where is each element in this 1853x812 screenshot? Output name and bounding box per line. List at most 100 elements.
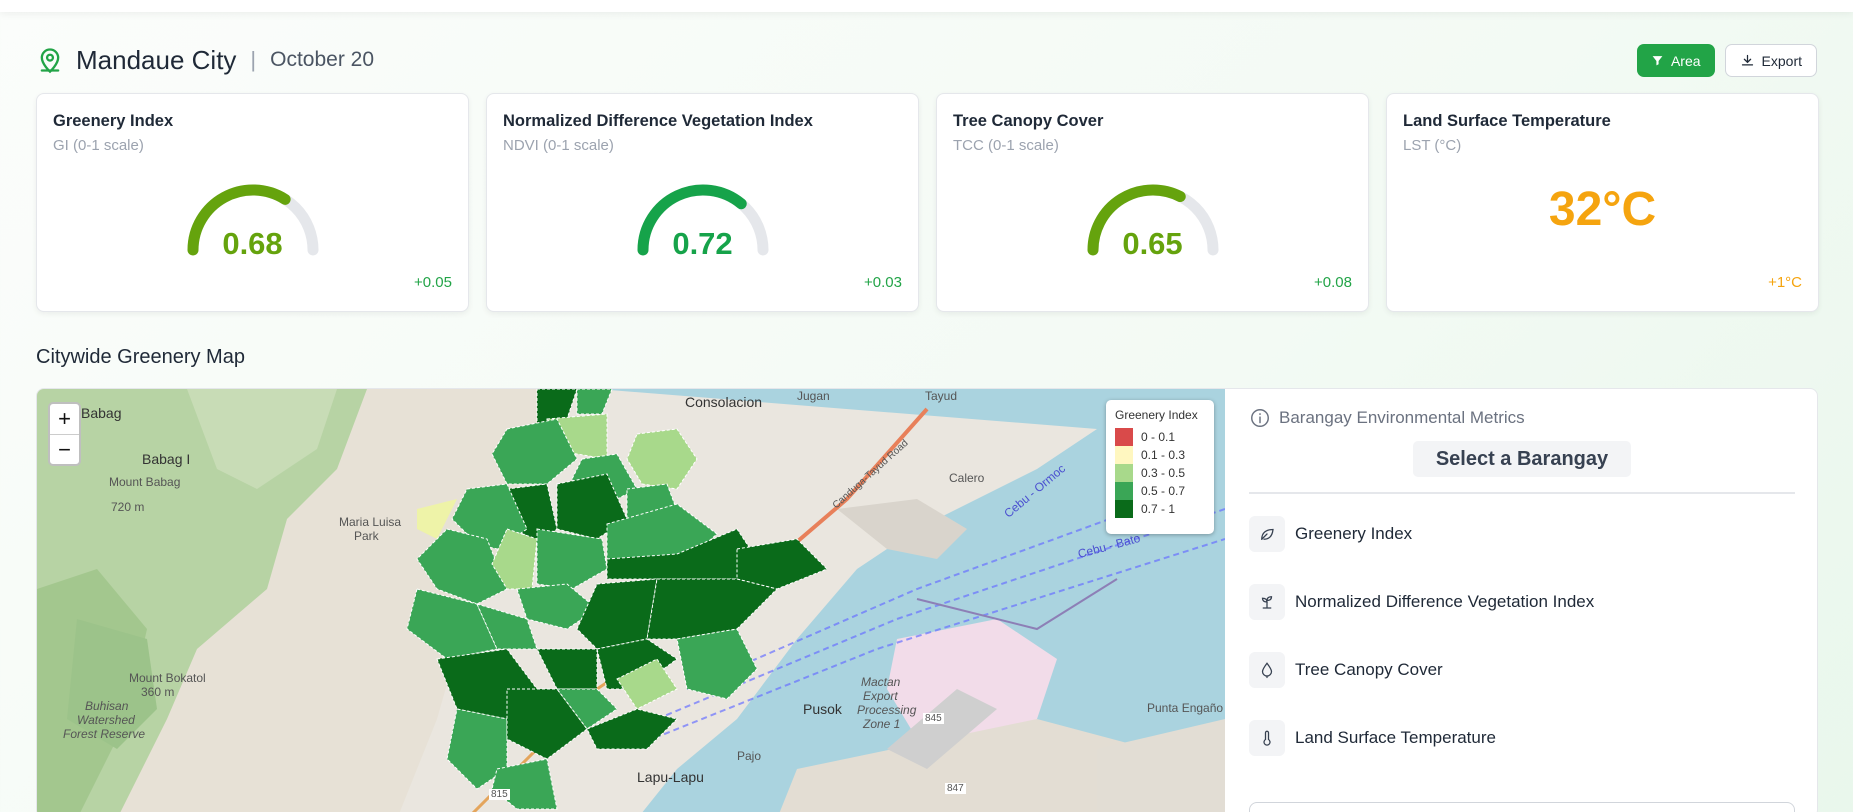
- card-subtitle: NDVI (0-1 scale): [503, 137, 614, 154]
- greenery-map[interactable]: Babag Babag I Mount Babag 720 m Maria Lu…: [37, 389, 1225, 812]
- metric-ndvi[interactable]: Normalized Difference Vegetation Index: [1249, 584, 1795, 620]
- panel-header: Barangay Environmental Metrics: [1249, 407, 1795, 429]
- zoom-in-button[interactable]: +: [50, 404, 79, 434]
- map-label: Consolacion: [685, 394, 763, 410]
- legend-swatch: [1115, 482, 1133, 500]
- zoom-control: + −: [48, 402, 81, 466]
- map-label: Maria Luisa: [339, 515, 402, 529]
- export-label: Export: [1761, 52, 1802, 69]
- map-label: Buhisan: [85, 699, 129, 713]
- map-label: Mount Babag: [109, 475, 181, 489]
- map-label: Calero: [949, 471, 985, 485]
- legend-item: 0.5 - 0.7: [1115, 482, 1205, 500]
- map-label: Park: [354, 529, 379, 543]
- map-label: Forest Reserve: [63, 727, 146, 741]
- greenery-index-card[interactable]: Greenery Index GI (0-1 scale) 0.68 +0.05: [36, 93, 469, 312]
- ndvi-card[interactable]: Normalized Difference Vegetation Index N…: [486, 93, 919, 312]
- map-label: Babag I: [142, 451, 191, 467]
- legend-item: 0.7 - 1: [1115, 500, 1205, 518]
- legend-item: 0.3 - 0.5: [1115, 464, 1205, 482]
- gauge-value: 0.65: [1122, 226, 1183, 261]
- map-label: Mactan: [861, 675, 901, 689]
- map-label: Zone 1: [863, 717, 901, 731]
- metric-tree-canopy[interactable]: Tree Canopy Cover: [1249, 652, 1795, 688]
- map-label: Pajo: [737, 749, 762, 763]
- temperature-value: 32°C: [1548, 183, 1657, 236]
- map-label: Babag: [81, 405, 122, 421]
- map-label: Pusok: [803, 701, 842, 717]
- card-title: Normalized Difference Vegetation Index: [503, 112, 813, 130]
- legend-label: 0.1 - 0.3: [1141, 448, 1186, 462]
- metric-cards: Greenery Index GI (0-1 scale) 0.68 +0.05…: [36, 93, 1819, 312]
- map-label: 720 m: [111, 500, 145, 514]
- map-legend: Greenery Index 0 - 0.1 0.1 - 0.3 0.3 - 0…: [1106, 400, 1214, 534]
- thermometer-icon: [1249, 720, 1285, 756]
- top-bar: [0, 0, 1853, 12]
- legend-label: 0.5 - 0.7: [1141, 484, 1186, 498]
- city-name: Mandaue City: [76, 44, 237, 75]
- metric-label: Land Surface Temperature: [1295, 728, 1496, 747]
- legend-label: 0.3 - 0.5: [1141, 466, 1186, 480]
- card-title: Greenery Index: [53, 112, 174, 130]
- area-filter-label: Area: [1670, 52, 1701, 69]
- legend-label: 0.7 - 1: [1141, 502, 1176, 516]
- header-separator: |: [250, 47, 257, 72]
- legend-swatch: [1115, 446, 1133, 464]
- leaf-icon: [1249, 516, 1285, 552]
- metric-label: Normalized Difference Vegetation Index: [1295, 592, 1595, 611]
- gauge-value: 0.68: [222, 226, 283, 261]
- map-basemap: [37, 389, 1225, 812]
- metric-land-surface-temperature[interactable]: Land Surface Temperature: [1249, 720, 1795, 756]
- map-label: 847: [945, 783, 966, 794]
- map-label: Export: [863, 689, 898, 703]
- map-label: Jugan: [797, 389, 830, 403]
- location-pin-icon: [40, 48, 60, 74]
- export-button[interactable]: Export: [1724, 44, 1817, 77]
- legend-item: 0.1 - 0.3: [1115, 446, 1205, 464]
- metric-greenery-index[interactable]: Greenery Index: [1249, 516, 1795, 552]
- legend-swatch: [1115, 500, 1133, 518]
- card-subtitle: LST (°C): [1403, 137, 1462, 154]
- panel-header-label: Barangay Environmental Metrics: [1279, 408, 1525, 427]
- legend-title: Greenery Index: [1115, 408, 1198, 422]
- map-label: 845: [923, 713, 944, 724]
- report-date: October 20: [270, 48, 375, 71]
- metric-label: Tree Canopy Cover: [1295, 660, 1443, 679]
- card-delta: +0.05: [414, 274, 452, 291]
- gauge-value: 0.72: [672, 226, 733, 261]
- barangay-search-box[interactable]: [1249, 802, 1795, 812]
- map-panel: Babag Babag I Mount Babag 720 m Maria Lu…: [36, 388, 1818, 812]
- card-delta: +1°C: [1768, 274, 1802, 291]
- card-title: Land Surface Temperature: [1403, 112, 1611, 130]
- divider: [1249, 492, 1795, 494]
- select-barangay-button[interactable]: Select a Barangay: [1413, 441, 1631, 477]
- barangay-metrics-panel: Barangay Environmental Metrics Select a …: [1225, 389, 1817, 812]
- legend-item: 0 - 0.1: [1115, 428, 1205, 446]
- zoom-out-button[interactable]: −: [50, 434, 79, 464]
- map-label: 815: [489, 789, 510, 800]
- card-delta: +0.03: [864, 274, 902, 291]
- card-subtitle: TCC (0-1 scale): [953, 137, 1059, 154]
- metric-label: Greenery Index: [1295, 524, 1413, 543]
- tree-icon: [1249, 652, 1285, 688]
- legend-label: 0 - 0.1: [1141, 430, 1176, 444]
- map-label: 360 m: [141, 685, 175, 699]
- map-label: Processing: [857, 703, 917, 717]
- card-subtitle: GI (0-1 scale): [53, 137, 144, 154]
- download-icon: [1741, 54, 1753, 66]
- card-delta: +0.08: [1314, 274, 1352, 291]
- info-icon: [1251, 409, 1269, 427]
- legend-swatch: [1115, 464, 1133, 482]
- section-title: Citywide Greenery Map: [36, 346, 245, 368]
- area-filter-button[interactable]: Area: [1636, 44, 1715, 77]
- filter-icon: [1652, 56, 1663, 66]
- page-header: Mandaue City | October 20: [36, 44, 374, 76]
- map-label: Lapu-Lapu: [637, 769, 704, 785]
- land-surface-temperature-card[interactable]: Land Surface Temperature LST (°C) 32°C +…: [1386, 93, 1819, 312]
- map-label: Watershed: [77, 713, 135, 727]
- card-title: Tree Canopy Cover: [953, 112, 1104, 130]
- map-label: Punta Engaño: [1147, 701, 1224, 715]
- header-actions: Area Export: [1636, 44, 1817, 77]
- legend-swatch: [1115, 428, 1133, 446]
- tree-canopy-card[interactable]: Tree Canopy Cover TCC (0-1 scale) 0.65 +…: [936, 93, 1369, 312]
